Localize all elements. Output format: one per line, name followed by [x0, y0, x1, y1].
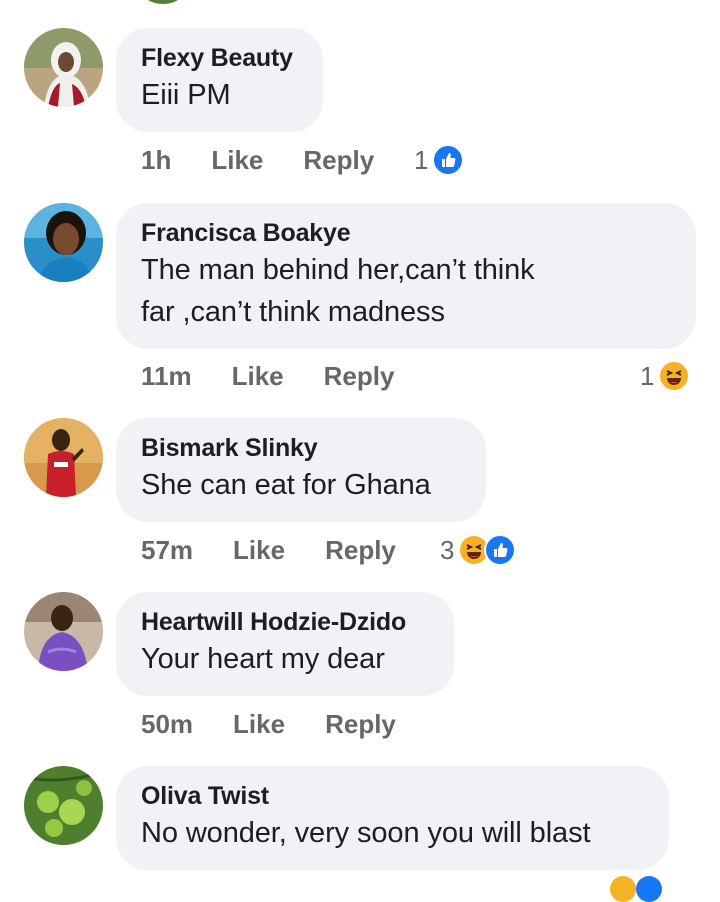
partial-avatar	[143, 0, 183, 4]
comment-actions: 50m Like Reply	[141, 704, 436, 744]
comment-bubble: Heartwill Hodzie-Dzido Your heart my dea…	[116, 592, 454, 696]
reaction-count: 3	[440, 534, 455, 565]
like-icon	[484, 534, 517, 566]
comment-author[interactable]: Flexy Beauty	[141, 42, 297, 74]
partial-reactions	[610, 876, 670, 902]
comment-text: Your heart my dear	[141, 643, 385, 675]
comment-bubble: Oliva Twist No wonder, very soon you wil…	[116, 766, 669, 870]
avatar-bismark-slinky[interactable]	[24, 418, 103, 497]
comment-bubble: Francisca Boakye The man behind her,can’…	[116, 203, 696, 349]
comment-author[interactable]: Francisca Boakye	[141, 217, 670, 249]
comment-author[interactable]: Bismark Slinky	[141, 432, 460, 464]
comment-author[interactable]: Heartwill Hodzie-Dzido	[141, 606, 428, 638]
avatar-flexy-beauty[interactable]	[24, 28, 103, 107]
avatar-oliva-twist[interactable]	[24, 766, 103, 845]
avatar-francisca-boakye[interactable]	[24, 203, 103, 282]
like-button[interactable]: Like	[232, 361, 284, 392]
comment-text-line: The man behind her,can’t think	[141, 254, 535, 286]
reaction-summary[interactable]: 3	[440, 530, 517, 570]
comment-bubble: Flexy Beauty Eiii PM	[116, 28, 323, 132]
comment-actions: 57m Like Reply	[141, 530, 436, 570]
reaction-count: 1	[640, 360, 655, 391]
like-icon	[432, 144, 465, 176]
comment-author[interactable]: Oliva Twist	[141, 780, 643, 812]
like-button[interactable]: Like	[233, 709, 285, 740]
reaction-summary[interactable]: 1	[640, 356, 691, 396]
comment-actions: 1h Like Reply	[141, 140, 414, 180]
like-button[interactable]: Like	[233, 535, 285, 566]
comment-text: Eiii PM	[141, 79, 231, 111]
haha-icon	[658, 360, 691, 392]
comment-text: She can eat for Ghana	[141, 469, 431, 501]
comment-actions: 11m Like Reply	[141, 356, 434, 396]
reply-button[interactable]: Reply	[325, 535, 396, 566]
comment-time[interactable]: 50m	[141, 709, 193, 740]
avatar-heartwill-hodzie-dzido[interactable]	[24, 592, 103, 671]
reply-button[interactable]: Reply	[325, 709, 396, 740]
reply-button[interactable]: Reply	[324, 361, 395, 392]
comment-time[interactable]: 57m	[141, 535, 193, 566]
comment-text: No wonder, very soon you will blast	[141, 817, 591, 849]
comment-time[interactable]: 11m	[141, 361, 192, 392]
comment-time[interactable]: 1h	[141, 145, 171, 176]
comment-text-line: far ,can’t think madness	[141, 296, 445, 328]
comment-bubble: Bismark Slinky She can eat for Ghana	[116, 418, 486, 522]
reaction-summary[interactable]: 1	[414, 140, 465, 180]
reply-button[interactable]: Reply	[303, 145, 374, 176]
reaction-count: 1	[414, 144, 429, 175]
like-button[interactable]: Like	[211, 145, 263, 176]
